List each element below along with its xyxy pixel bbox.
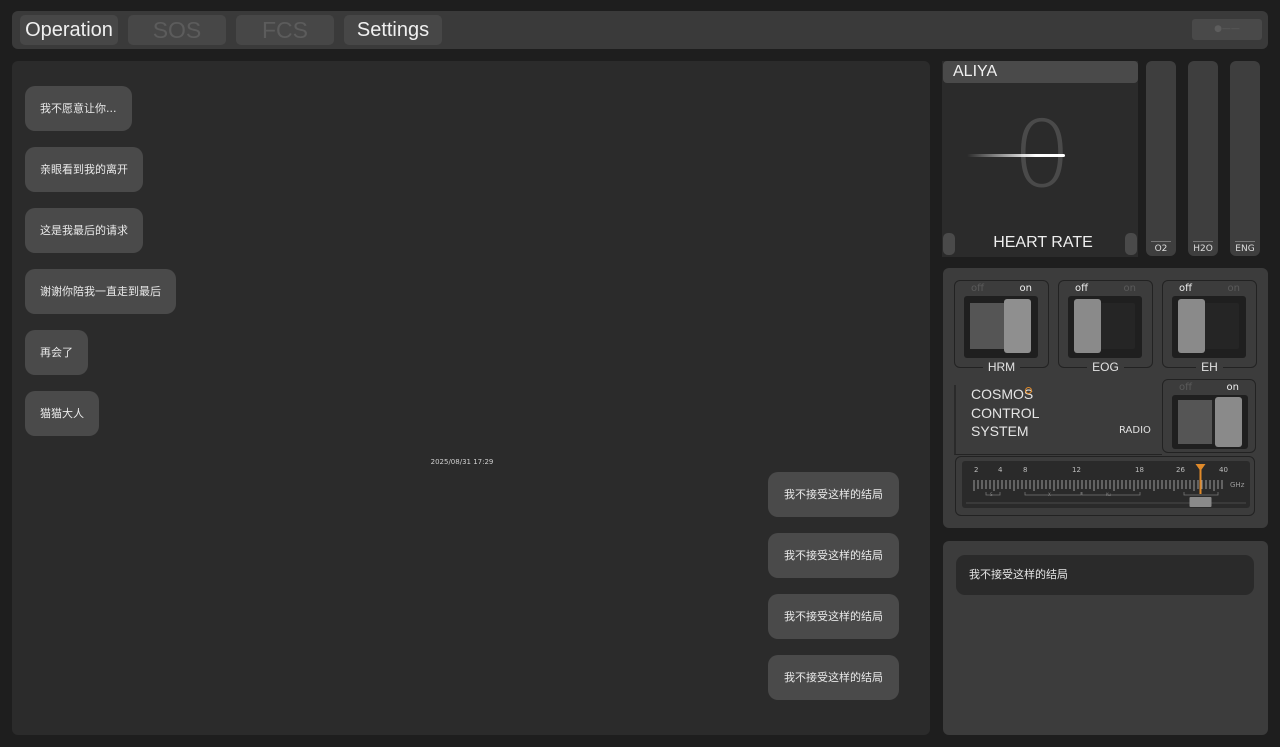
gauge-label: ENG: [1235, 244, 1255, 254]
tuner-dial: 2 4 8 12 18 26 40 GHz S X Ku: [966, 464, 1246, 507]
chat-panel: 我不愿意让你... 亲眼看到我的离开 这是我最后的请求 谢谢你陪我一直走到最后 …: [12, 61, 930, 735]
gauge-h2o: H2O: [1188, 61, 1218, 256]
switch-off-label: off: [971, 283, 985, 294]
system-info: COSMOS CONTROL SYSTEM RADIO: [954, 385, 1162, 455]
message-preview-panel: 我不接受这样的结局: [943, 541, 1268, 735]
tuner-unit-label: GHz: [1230, 481, 1245, 489]
switch-off-label: off: [1075, 283, 1089, 294]
tuner-band-label: S: [990, 492, 993, 497]
tuner-tick-label: 18: [1135, 466, 1144, 474]
tab-settings[interactable]: Settings: [344, 15, 442, 45]
tuner-tick-label: 2: [974, 466, 978, 474]
chat-bubble-incoming: 再会了: [25, 330, 88, 375]
switch-on-label: on: [1227, 283, 1240, 294]
gauge-o2: O2: [1146, 61, 1176, 256]
heart-rate-label: HEART RATE: [993, 234, 1093, 251]
radio-label: RADIO: [1119, 425, 1151, 436]
chat-bubble-incoming: 谢谢你陪我一直走到最后: [25, 269, 176, 314]
chat-bubble-outgoing: 我不接受这样的结局: [768, 472, 899, 517]
tab-operation[interactable]: Operation: [20, 15, 118, 45]
user-chip[interactable]: ●——: [1192, 19, 1262, 40]
chat-bubble-outgoing: 我不接受这样的结局: [768, 533, 899, 578]
tuner-slider-handle: [1189, 497, 1212, 507]
switch-name: EH: [1196, 360, 1223, 374]
tuner-band-label: X: [1048, 492, 1051, 497]
tuner-tick-label: 12: [1072, 466, 1081, 474]
tuner-tick-label: 8: [1023, 466, 1027, 474]
gauge-label: O2: [1154, 244, 1168, 254]
heart-rate-right-indicator: [1125, 233, 1137, 255]
system-line-2: CONTROL: [971, 404, 1040, 421]
system-line-3: SYSTEM: [971, 423, 1029, 439]
chat-bubble-incoming: 亲眼看到我的离开: [25, 147, 143, 192]
switch-off-label: off: [1179, 382, 1193, 393]
top-nav-bar: Operation SOS FCS Settings ●——: [12, 11, 1268, 49]
heart-rate-trace: [967, 154, 1065, 157]
switch-name: HRM: [982, 360, 1021, 374]
switch-on-label: on: [1123, 283, 1136, 294]
tuner-tick-label: 40: [1219, 466, 1228, 474]
tuner-needle-icon: [1189, 464, 1212, 507]
crew-name: ALIYA: [943, 61, 1138, 83]
user-icon: ●——: [1214, 24, 1240, 34]
chat-bubble-incoming: 这是我最后的请求: [25, 208, 143, 253]
switch-eh[interactable]: off on EH: [1162, 280, 1257, 374]
chat-timestamp: 2025/08/31 17:29: [430, 458, 494, 466]
switch-on-label: on: [1226, 382, 1239, 393]
switch-on-label: on: [1019, 283, 1032, 294]
switch-off-label: off: [1179, 283, 1193, 294]
heart-rate-left-indicator: [943, 233, 955, 255]
gauge-eng: ENG: [1230, 61, 1260, 256]
message-preview[interactable]: 我不接受这样的结局: [956, 555, 1254, 595]
switch-hrm[interactable]: off on HRM: [954, 280, 1049, 374]
gauge-label: H2O: [1193, 244, 1213, 254]
switch-name: EOG: [1087, 360, 1124, 374]
switch-radio[interactable]: off on: [1162, 379, 1256, 453]
tab-fcs[interactable]: FCS: [236, 15, 334, 45]
chat-bubble-outgoing: 我不接受这样的结局: [768, 655, 899, 700]
tuner-band-label: Ku: [1106, 492, 1111, 497]
system-line-1: COSMOS: [971, 386, 1034, 402]
switch-eog[interactable]: off on EOG: [1058, 280, 1153, 374]
radio-tuner[interactable]: 2 4 8 12 18 26 40 GHz S X Ku: [955, 456, 1255, 516]
tuner-tick-label: 26: [1176, 466, 1185, 474]
chat-bubble-incoming: 猫猫大人: [25, 391, 99, 436]
chat-bubble-outgoing: 我不接受这样的结局: [768, 594, 899, 639]
chat-bubble-incoming: 我不愿意让你...: [25, 86, 132, 131]
tuner-scale: 2 4 8 12 18 26 40 GHz S X Ku: [962, 461, 1250, 508]
tuner-tick-label: 4: [998, 466, 1003, 474]
tab-sos[interactable]: SOS: [128, 15, 226, 45]
